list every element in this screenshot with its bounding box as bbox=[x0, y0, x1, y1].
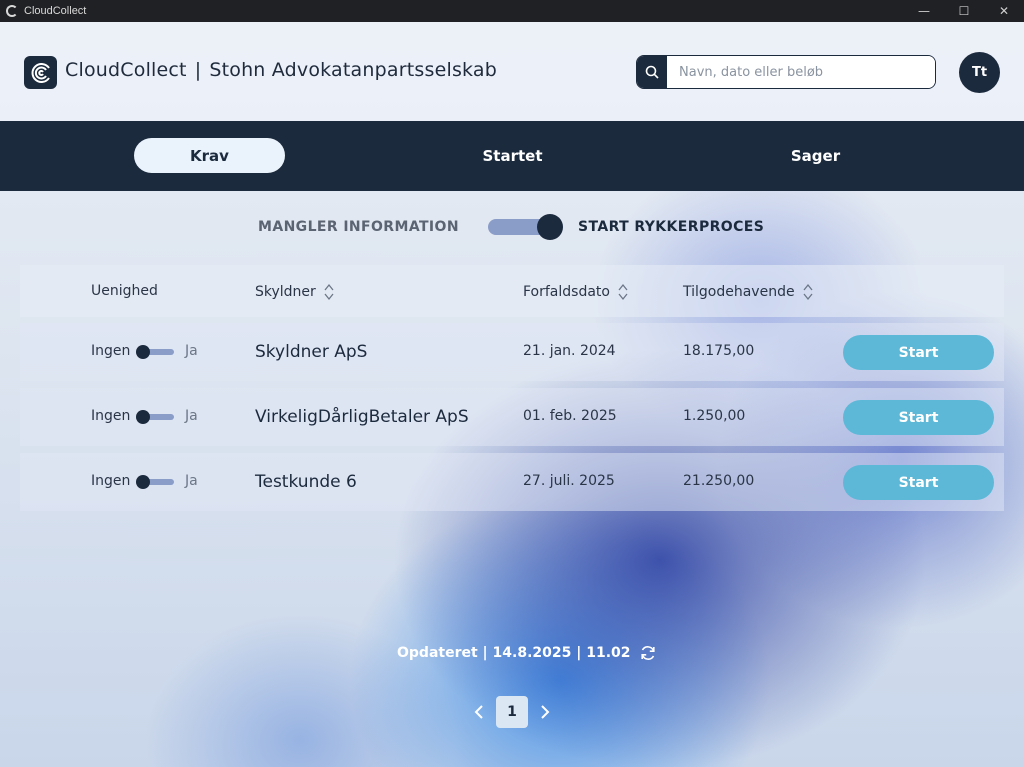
app-header: CloudCollect | Stohn Advokatanpartsselskab… bbox=[0, 22, 1024, 121]
last-updated-text: Opdateret | 14.8.2025 | 11.02 bbox=[397, 645, 631, 661]
title-bar: CloudCollect — ☐ ✕ bbox=[0, 0, 1024, 22]
table-row: Ingen Ja VirkeligDårligBetaler ApS 01. f… bbox=[20, 388, 1004, 446]
column-header-forfaldsdato[interactable]: Forfaldsdato bbox=[523, 283, 628, 301]
due-date: 27. juli. 2025 bbox=[523, 473, 615, 489]
start-button[interactable]: Start bbox=[843, 335, 994, 370]
chevron-left-icon[interactable] bbox=[470, 696, 488, 728]
start-button[interactable]: Start bbox=[843, 400, 994, 435]
column-label: Forfaldsdato bbox=[523, 284, 610, 300]
toggle-knob[interactable] bbox=[136, 475, 150, 489]
debtor-name: Testkunde 6 bbox=[255, 472, 357, 492]
tab-krav[interactable]: Krav bbox=[134, 138, 285, 173]
cloudcollect-logo-icon bbox=[24, 56, 57, 89]
brand-separator: | bbox=[194, 59, 202, 81]
amount: 21.250,00 bbox=[683, 473, 755, 489]
refresh-icon[interactable] bbox=[639, 644, 657, 662]
window-title: CloudCollect bbox=[24, 5, 87, 17]
disagree-on-label: Ja bbox=[185, 343, 198, 359]
minimize-icon[interactable]: — bbox=[904, 0, 944, 22]
user-avatar[interactable]: Tt bbox=[959, 52, 1000, 93]
toggle-knob[interactable] bbox=[136, 345, 150, 359]
due-date: 21. jan. 2024 bbox=[523, 343, 616, 359]
pagination: 1 bbox=[470, 696, 554, 728]
maximize-icon[interactable]: ☐ bbox=[944, 0, 984, 22]
sort-icon[interactable] bbox=[324, 283, 334, 301]
mode-toggle-switch[interactable] bbox=[488, 214, 563, 240]
amount: 18.175,00 bbox=[683, 343, 755, 359]
disagreement-toggle[interactable] bbox=[136, 475, 174, 489]
due-date: 01. feb. 2025 bbox=[523, 408, 617, 424]
disagree-off-label: Ingen bbox=[91, 408, 131, 424]
disagree-on-label: Ja bbox=[185, 408, 198, 424]
column-label: Tilgodehavende bbox=[683, 284, 795, 300]
sort-icon[interactable] bbox=[803, 283, 813, 301]
brand-name: CloudCollect bbox=[65, 59, 187, 81]
search-box bbox=[636, 55, 936, 89]
column-label: Skyldner bbox=[255, 284, 316, 300]
table-header: Uenighed Skyldner Forfaldsdato Tilgodeha… bbox=[20, 265, 1004, 317]
disagreement-toggle[interactable] bbox=[136, 410, 174, 424]
disagree-off-label: Ingen bbox=[91, 473, 131, 489]
app-window: CloudCollect — ☐ ✕ CloudCollect | Stohn Ad… bbox=[0, 0, 1024, 767]
tab-startet[interactable]: Startet bbox=[437, 138, 588, 173]
disagree-off-label: Ingen bbox=[91, 343, 131, 359]
column-header-uenighed: Uenighed bbox=[91, 283, 158, 299]
toggle-knob[interactable] bbox=[537, 214, 563, 240]
brand-title: CloudCollect | Stohn Advokatanpartsselskab bbox=[65, 59, 497, 81]
table-row: Ingen Ja Skyldner ApS 21. jan. 2024 18.1… bbox=[20, 323, 1004, 381]
last-updated: Opdateret | 14.8.2025 | 11.02 bbox=[397, 644, 657, 662]
column-label: Uenighed bbox=[91, 283, 158, 299]
sort-icon[interactable] bbox=[618, 283, 628, 301]
debtor-name: VirkeligDårligBetaler ApS bbox=[255, 407, 469, 427]
table-row: Ingen Ja Testkunde 6 27. juli. 2025 21.2… bbox=[20, 453, 1004, 511]
page-number-current[interactable]: 1 bbox=[496, 696, 528, 728]
debtor-name: Skyldner ApS bbox=[255, 342, 368, 362]
main-nav: Krav Startet Sager bbox=[0, 121, 1024, 191]
toggle-knob[interactable] bbox=[136, 410, 150, 424]
column-header-tilgodehavende[interactable]: Tilgodehavende bbox=[683, 283, 813, 301]
tab-sager[interactable]: Sager bbox=[740, 138, 891, 173]
mode-label-start-reminder[interactable]: START RYKKERPROCES bbox=[578, 219, 764, 235]
company-name: Stohn Advokatanpartsselskab bbox=[209, 59, 498, 81]
amount: 1.250,00 bbox=[683, 408, 746, 424]
column-header-skyldner[interactable]: Skyldner bbox=[255, 283, 334, 301]
search-input[interactable] bbox=[667, 56, 935, 88]
chevron-right-icon[interactable] bbox=[536, 696, 554, 728]
search-icon[interactable] bbox=[637, 56, 667, 88]
close-icon[interactable]: ✕ bbox=[984, 0, 1024, 22]
start-button[interactable]: Start bbox=[843, 465, 994, 500]
disagreement-toggle[interactable] bbox=[136, 345, 174, 359]
disagree-on-label: Ja bbox=[185, 473, 198, 489]
window-controls: — ☐ ✕ bbox=[904, 0, 1024, 22]
app-logo-icon bbox=[6, 5, 18, 17]
mode-label-missing-info[interactable]: MANGLER INFORMATION bbox=[258, 219, 459, 235]
